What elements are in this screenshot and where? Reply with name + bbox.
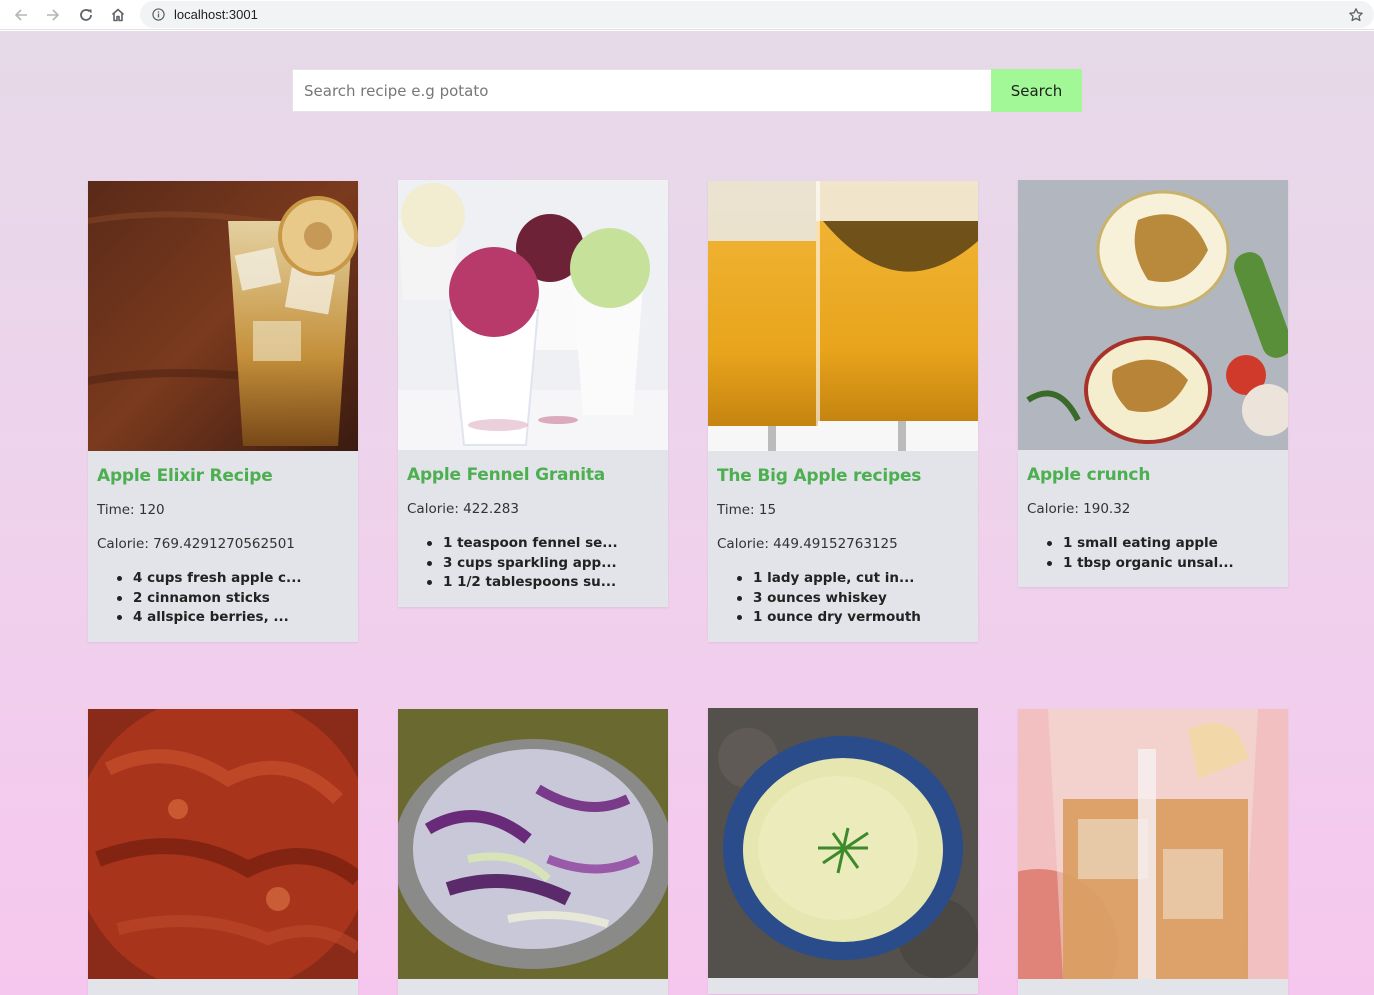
recipe-card-body: Apple Elixir Recipe Time: 120 Calorie: 7… [88,451,358,642]
star-icon[interactable] [1348,7,1364,23]
recipe-title[interactable]: The Big Apple recipes [717,465,969,487]
ingredient-item: 3 ounces whiskey [737,589,969,609]
recipe-time: Time: 15 [717,502,777,518]
ingredient-item: 4 cups fresh apple c... [117,569,349,589]
home-icon[interactable] [108,5,128,25]
recipe-calorie: Calorie: 422.283 [407,501,519,517]
browser-toolbar: localhost:3001 [0,0,1374,30]
recipe-card[interactable]: Apple Fennel Granita Calorie: 422.283 1 … [398,180,668,607]
search-input[interactable] [292,69,991,112]
search-form: Search [292,69,1082,112]
address-bar[interactable]: localhost:3001 [140,1,1374,28]
recipe-image [708,708,978,978]
recipe-calorie: Calorie: 190.32 [1027,501,1131,517]
recipe-title[interactable]: Apple Elixir Recipe [97,465,349,487]
recipe-card[interactable]: Apple Elixir Recipe Time: 120 Calorie: 7… [88,181,358,642]
recipe-image [88,181,358,451]
recipe-image [1018,709,1288,979]
back-arrow-icon[interactable] [11,5,31,25]
recipe-image [398,180,668,450]
recipe-card[interactable]: The Big Apple recipes Time: 15 Calorie: … [708,181,978,642]
ingredient-item: 4 allspice berries, ... [117,608,349,628]
ingredient-item: 1 lady apple, cut in... [737,569,969,589]
recipe-card[interactable] [398,709,668,995]
ingredient-item: 1 1/2 tablespoons su... [427,573,659,593]
recipe-title[interactable]: Apple crunch [1027,464,1279,486]
ingredient-list: 1 teaspoon fennel se... 3 cups sparkling… [407,534,659,593]
forward-arrow-icon[interactable] [43,5,63,25]
ingredient-item: 1 teaspoon fennel se... [427,534,659,554]
recipe-image [88,709,358,979]
ingredient-list: 4 cups fresh apple c... 2 cinnamon stick… [97,569,349,628]
recipe-image [1018,180,1288,450]
ingredient-item: 1 ounce dry vermouth [737,608,969,628]
recipe-card[interactable] [88,709,358,995]
recipe-image [398,709,668,979]
recipe-calorie: Calorie: 449.49152763125 [717,536,898,552]
recipe-card[interactable]: Apple crunch Calorie: 190.32 1 small eat… [1018,180,1288,587]
recipe-calorie: Calorie: 769.4291270562501 [97,536,295,552]
ingredient-item: 2 cinnamon sticks [117,589,349,609]
ingredient-list: 1 small eating apple 1 tbsp organic unsa… [1027,534,1279,573]
search-button[interactable]: Search [991,69,1082,112]
ingredient-list: 1 lady apple, cut in... 3 ounces whiskey… [717,569,969,628]
recipe-image [708,181,978,451]
recipe-title[interactable]: Apple Fennel Granita [407,464,659,486]
recipe-card-body: Apple crunch Calorie: 190.32 1 small eat… [1018,450,1288,587]
ingredient-item: 1 small eating apple [1047,534,1279,554]
reload-icon[interactable] [76,5,96,25]
ingredient-item: 3 cups sparkling app... [427,554,659,574]
url-text: localhost:3001 [174,7,258,22]
recipe-time: Time: 120 [97,502,165,518]
recipe-card-body: The Big Apple recipes Time: 15 Calorie: … [708,451,978,642]
recipe-card[interactable] [708,708,978,994]
ingredient-item: 1 tbsp organic unsal... [1047,554,1279,574]
recipe-card[interactable] [1018,709,1288,995]
info-icon[interactable] [152,8,165,21]
recipe-card-body: Apple Fennel Granita Calorie: 422.283 1 … [398,450,668,607]
page-content: Search recipe e.g potato Search Apple El… [0,31,1374,995]
